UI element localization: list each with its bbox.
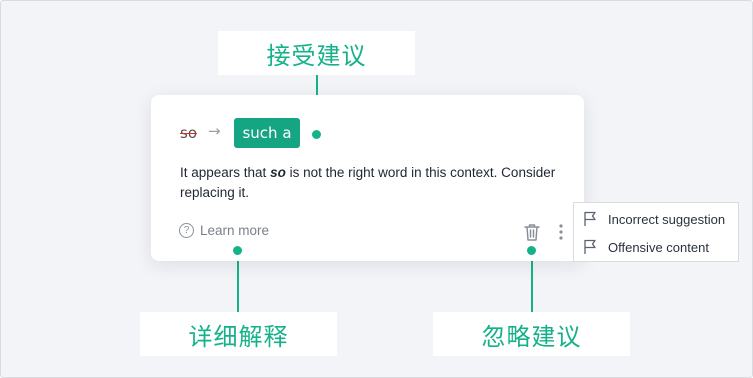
menu-item-incorrect-suggestion[interactable]: Incorrect suggestion (574, 205, 738, 233)
connector-line-ignore (531, 252, 533, 312)
help-circle-icon: ? (179, 223, 194, 238)
message-keyword: so (270, 165, 286, 180)
learn-more-link[interactable]: ? Learn more (179, 223, 269, 238)
accept-suggestion-button[interactable]: such a (234, 118, 300, 148)
arrow-icon: → (208, 122, 221, 140)
callout-detailed-explanation: 详细解释 (140, 312, 337, 356)
feedback-menu: Incorrect suggestion Offensive content (573, 202, 739, 262)
menu-item-label: Incorrect suggestion (608, 211, 726, 227)
menu-item-label: Offensive content (608, 239, 709, 255)
connector-dot-accept (312, 130, 321, 139)
screenshot-frame: 接受建议 详细解释 忽略建议 so → such a It appears th… (0, 0, 753, 378)
connector-line-detail (237, 252, 239, 312)
connector-dot-detail (233, 246, 242, 255)
connector-dot-ignore (527, 246, 536, 255)
more-vertical-icon[interactable] (555, 222, 567, 242)
flag-icon (584, 239, 596, 254)
suggestion-message: It appears that so is not the right word… (180, 163, 560, 203)
original-word: so (180, 124, 197, 142)
menu-item-offensive-content[interactable]: Offensive content (574, 233, 738, 261)
flag-icon (584, 211, 596, 226)
callout-accept-suggestion: 接受建议 (218, 31, 415, 75)
learn-more-label: Learn more (200, 223, 270, 238)
callout-ignore-suggestion: 忽略建议 (433, 312, 630, 356)
suggestion-card: so → such a It appears that so is not th… (151, 95, 584, 261)
message-text-before: It appears that (180, 165, 271, 180)
trash-icon[interactable] (523, 222, 541, 242)
